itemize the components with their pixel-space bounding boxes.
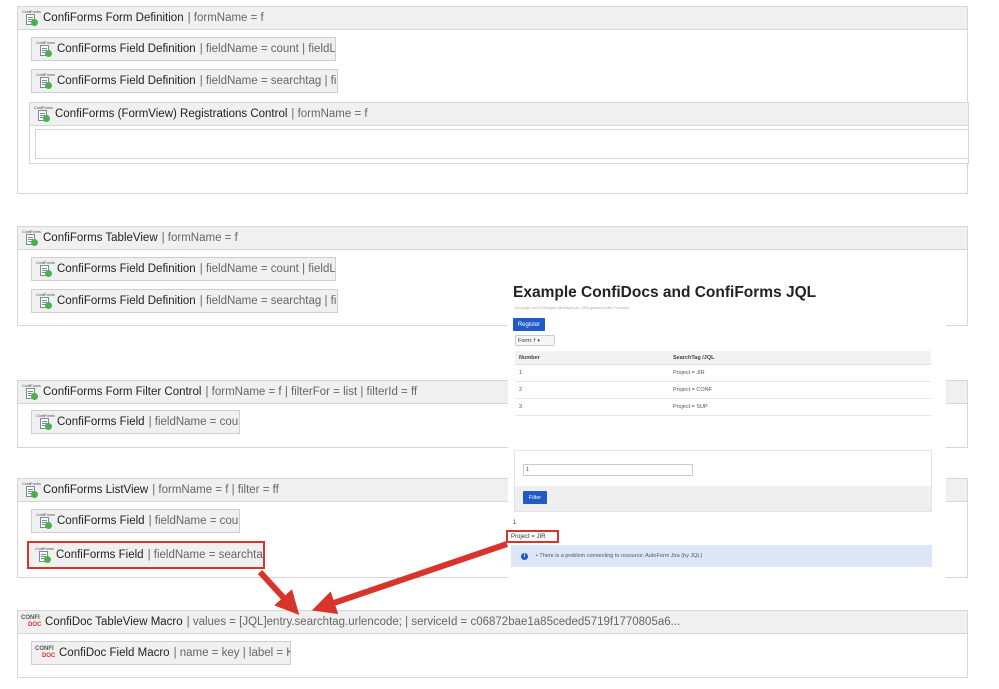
annotation-arrows <box>0 0 999 689</box>
arrow-from-preview-result <box>322 544 507 607</box>
arrow-from-listview-field <box>260 572 292 607</box>
